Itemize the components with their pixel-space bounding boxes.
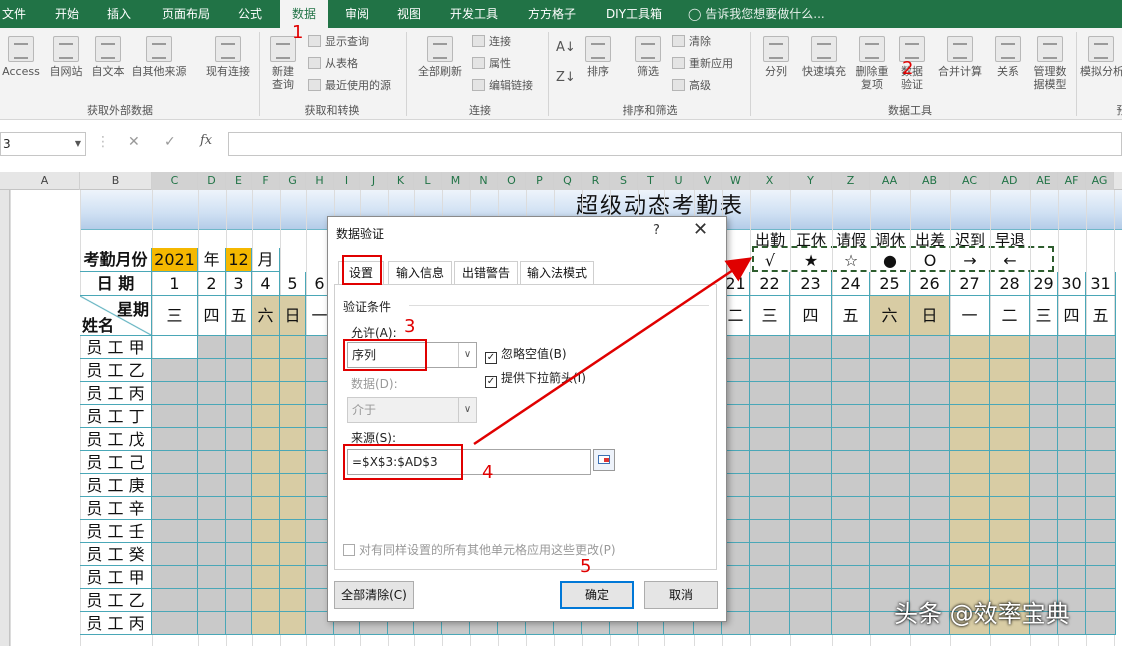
watermark: 头条 @效率宝典 [894,600,1070,628]
annotation-5: 5 [580,556,592,577]
annotation-2: 2 [902,58,914,79]
annotation-arrow [473,257,753,446]
annotation-1: 1 [292,22,304,43]
annotation-3: 3 [404,316,416,337]
annotation-4: 4 [482,462,494,483]
